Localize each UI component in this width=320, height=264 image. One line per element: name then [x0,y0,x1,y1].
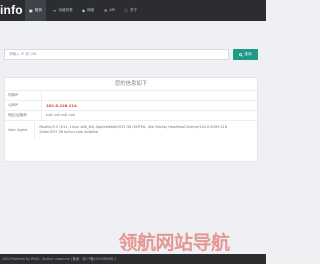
nav-item-about[interactable]: ⓘ 关于 [120,0,141,21]
row-label: 地区/运营商 [5,111,42,120]
nav-item-label: 关于 [130,8,138,12]
row-value: null null null null [46,113,75,117]
api-icon: ✉ [104,7,108,13]
watermark: 领航网站导航 [118,231,230,254]
nav-item-api[interactable]: ✉ API [100,0,119,21]
table-row-lan-ip: 内网IP [5,91,257,101]
list-icon: ≡ [53,7,57,13]
nav-item-label: API [109,8,116,12]
nav-item-home[interactable]: ▣ 首页 [25,0,46,21]
search-button-label: 查询 [244,52,252,56]
nav-item-label: 首页 [34,8,42,12]
info-panel: 您的信息如下 内网IP 公网IP 202.8.228.214 地区/运营商 nu… [4,77,258,162]
nav-item-features[interactable]: ≡ 功能列表 [49,0,77,21]
search-button[interactable]: 查询 [233,49,258,60]
site-logo[interactable]: info [0,1,23,20]
public-ip-value: 202.8.228.214 [46,103,77,108]
footer: 2024 Powered by iPinfo · Author: xiaoz.m… [0,254,266,264]
table-row-region: 地区/运营商 null null null null [5,111,257,121]
table-row-public-ip: 公网IP 202.8.228.214 [5,101,257,111]
network-icon: ◆ [82,7,86,13]
panel-title: 您的信息如下 [5,78,257,91]
row-label: User Agent [5,121,36,139]
row-value: Mozilla/5.0 (X11; Linux x86_64) AppleWeb… [39,125,228,134]
top-navigation-bar: info ▣ 首页 ≡ 功能列表 ◆ 网络 ✉ API ⓘ 关于 [0,0,266,21]
nav-item-label: 功能列表 [58,8,73,12]
row-label: 内网IP [5,91,42,100]
search-icon [239,52,244,57]
info-icon: ⓘ [124,7,128,13]
row-label: 公网IP [5,101,42,110]
home-icon: ▣ [29,7,33,13]
nav-item-label: 网络 [87,8,95,12]
nav-item-network[interactable]: ◆ 网络 [78,0,98,21]
table-row-user-agent: User Agent Mozilla/5.0 (X11; Linux x86_6… [5,121,257,139]
search-input[interactable]: 请输入 IP 或 URL [4,49,229,60]
